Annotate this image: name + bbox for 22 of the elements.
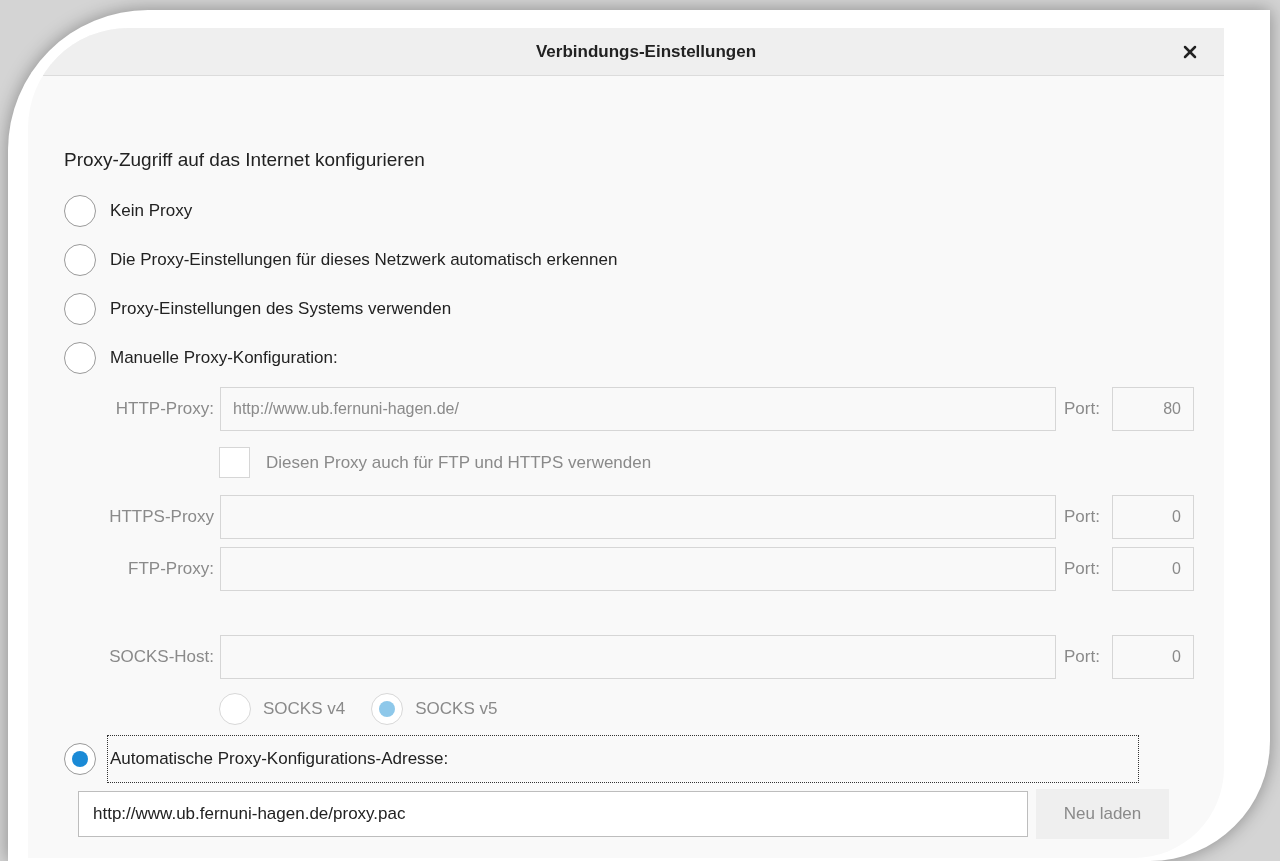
radio-label[interactable]: Die Proxy-Einstellungen für dieses Netzwerk automatisch erkennen: [110, 247, 618, 273]
radio-button[interactable]: [64, 293, 96, 325]
port-label: Port:: [1064, 505, 1101, 528]
radio-button[interactable]: [64, 244, 96, 276]
radio-label[interactable]: Proxy-Einstellungen des Systems verwenden: [110, 296, 452, 322]
section-title: Proxy-Zugriff auf das Internet konfigurieren: [64, 148, 426, 172]
proxy-field[interactable]: [220, 494, 1056, 539]
radio-button[interactable]: [64, 195, 96, 227]
proxy-field[interactable]: [220, 634, 1056, 679]
field-label: HTTPS-Proxy: [108, 505, 215, 528]
field-label: SOCKS-Host:: [108, 645, 215, 668]
proxy-field[interactable]: [220, 546, 1056, 591]
radio-label[interactable]: Kein Proxy: [110, 198, 193, 224]
field-label: FTP-Proxy:: [127, 557, 215, 580]
radio-button[interactable]: [64, 743, 96, 775]
window-title: Verbindungs-Einstellungen: [534, 40, 757, 63]
port-label: Port:: [1064, 645, 1101, 668]
field-label: HTTP-Proxy:: [114, 397, 215, 420]
radio-label[interactable]: Automatische Proxy-Konfigurations-Adresse:: [108, 736, 1138, 782]
port-label: Port:: [1064, 397, 1101, 420]
port-label: Port:: [1064, 557, 1101, 580]
url-field[interactable]: http://www.ub.fernuni-hagen.de/proxy.pac: [78, 790, 1028, 837]
